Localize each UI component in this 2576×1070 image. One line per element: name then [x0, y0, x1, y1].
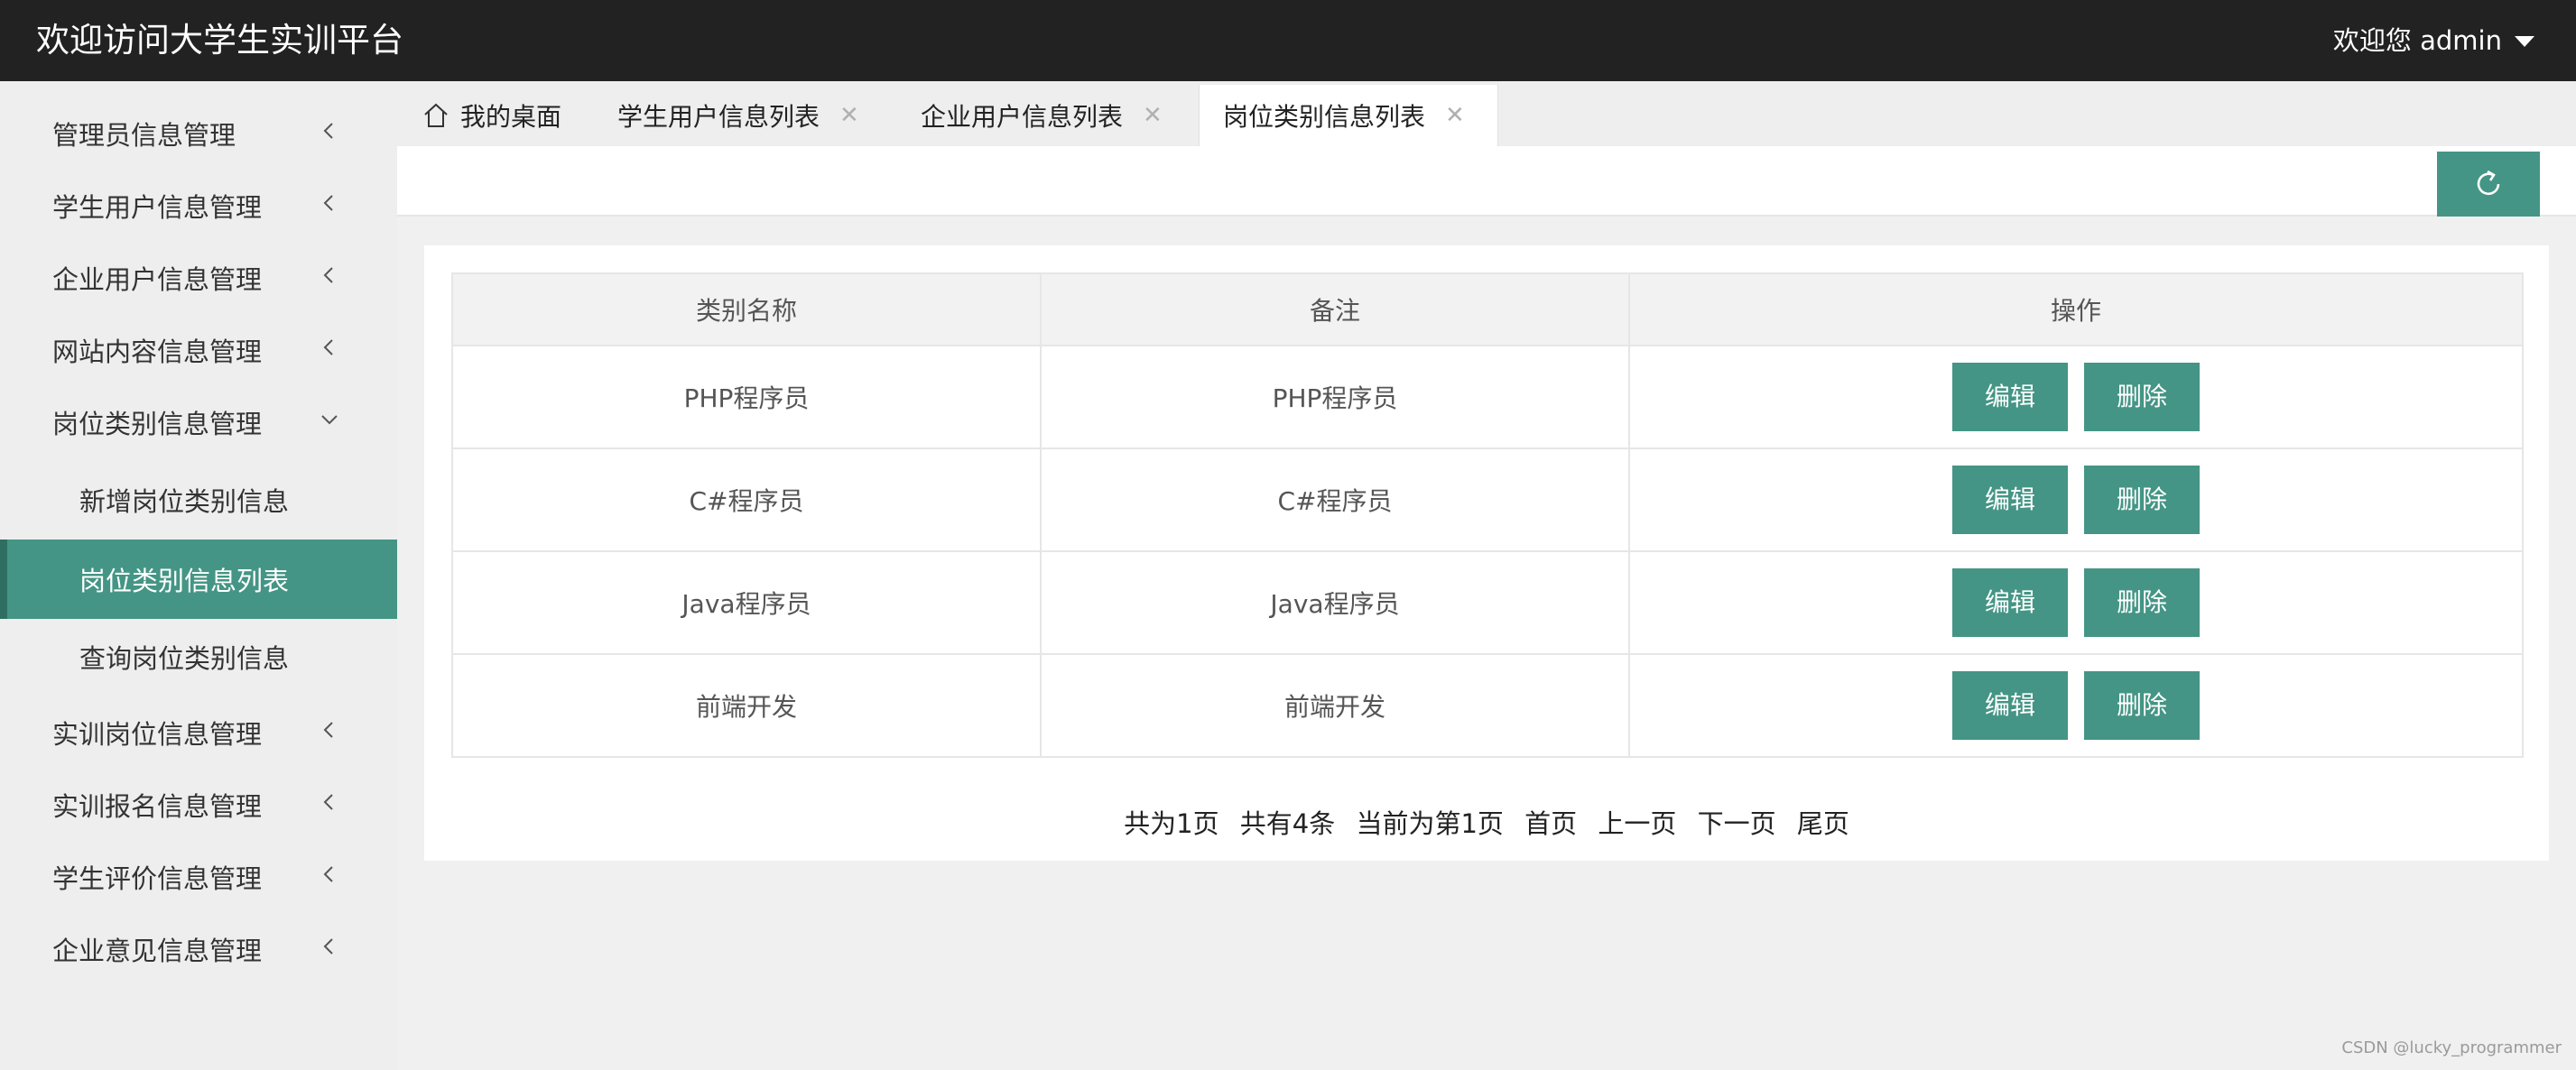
sidebar-item-enterprise-feedback[interactable]: 企业意见信息管理	[0, 913, 397, 985]
chevron-left-icon	[323, 123, 333, 139]
close-icon[interactable]: ✕	[839, 102, 859, 129]
refresh-button[interactable]	[2437, 152, 2540, 217]
tab-enterprise-user-list[interactable]: 企业用户信息列表 ✕	[921, 85, 1163, 146]
sidebar-item-enterprise-users[interactable]: 企业用户信息管理	[0, 242, 397, 314]
pagination: 共为1页 共有4条 当前为第1页 首页 上一页 下一页 尾页	[424, 803, 2549, 841]
table-row: Java程序员 Java程序员 编辑 删除	[451, 550, 2524, 655]
edit-button[interactable]: 编辑	[1952, 466, 2068, 534]
content-panel: 类别名称 备注 操作 PHP程序员 PHP程序员 编辑 删除 C#程序员 C#程序…	[424, 245, 2549, 861]
sidebar-item-student-evaluation[interactable]: 学生评价信息管理	[0, 841, 397, 913]
caret-down-icon	[2515, 36, 2534, 47]
sidebar-item-query-job-category[interactable]: 查询岗位类别信息	[0, 621, 397, 693]
cell-remark: 前端开发	[1040, 653, 1630, 758]
delete-button[interactable]: 删除	[2084, 671, 2200, 740]
cell-remark: C#程序员	[1040, 447, 1630, 552]
chevron-left-icon	[323, 866, 333, 882]
tab-student-user-list[interactable]: 学生用户信息列表 ✕	[617, 85, 859, 146]
home-icon	[424, 103, 448, 127]
edit-button[interactable]: 编辑	[1952, 671, 2068, 740]
pager-last-link[interactable]: 尾页	[1797, 808, 1849, 839]
chevron-left-icon	[323, 722, 333, 738]
table-row: 前端开发 前端开发 编辑 删除	[451, 653, 2524, 758]
sidebar-item-add-job-category[interactable]: 新增岗位类别信息	[0, 464, 397, 536]
pager-total-pages: 共为1页	[1124, 808, 1219, 839]
cell-actions: 编辑 删除	[1628, 550, 2524, 655]
top-header: 欢迎访问大学生实训平台 欢迎您 admin	[0, 0, 2576, 81]
user-menu[interactable]: 欢迎您 admin	[2333, 0, 2534, 81]
delete-button[interactable]: 删除	[2084, 568, 2200, 637]
chevron-left-icon	[323, 339, 333, 355]
cell-actions: 编辑 删除	[1628, 653, 2524, 758]
pager-prev-link[interactable]: 上一页	[1598, 808, 1676, 839]
sidebar-item-student-users[interactable]: 学生用户信息管理	[0, 170, 397, 242]
tab-bar: 我的桌面 学生用户信息列表 ✕ 企业用户信息列表 ✕ 岗位类别信息列表 ✕	[397, 81, 2576, 146]
cell-name: Java程序员	[451, 550, 1042, 655]
table-header-row: 类别名称 备注 操作	[451, 272, 2524, 346]
cell-remark: PHP程序员	[1040, 345, 1630, 449]
chevron-left-icon	[323, 195, 333, 211]
chevron-left-icon	[323, 267, 333, 283]
user-greeting: 欢迎您 admin	[2332, 25, 2502, 56]
close-icon[interactable]: ✕	[1445, 102, 1465, 129]
sidebar-item-training-jobs[interactable]: 实训岗位信息管理	[0, 696, 397, 769]
delete-button[interactable]: 删除	[2084, 466, 2200, 534]
site-title: 欢迎访问大学生实训平台	[36, 21, 403, 60]
cell-actions: 编辑 删除	[1628, 447, 2524, 552]
edit-button[interactable]: 编辑	[1952, 363, 2068, 431]
pager-next-link[interactable]: 下一页	[1698, 808, 1776, 839]
table-row: C#程序员 C#程序员 编辑 删除	[451, 447, 2524, 552]
toolbar	[397, 146, 2576, 217]
sidebar-item-training-registration[interactable]: 实训报名信息管理	[0, 769, 397, 841]
cell-name: C#程序员	[451, 447, 1042, 552]
edit-button[interactable]: 编辑	[1952, 568, 2068, 637]
close-icon[interactable]: ✕	[1143, 102, 1163, 129]
watermark: CSDN @lucky_programmer	[2341, 1038, 2562, 1057]
sidebar-item-job-category-list[interactable]: 岗位类别信息列表	[0, 540, 397, 619]
refresh-icon	[2477, 170, 2500, 196]
column-header-remark: 备注	[1040, 272, 1630, 346]
chevron-down-icon	[321, 415, 338, 425]
sidebar: 管理员信息管理 学生用户信息管理 企业用户信息管理 网站内容信息管理 岗位类别信…	[0, 81, 397, 1070]
cell-remark: Java程序员	[1040, 550, 1630, 655]
sidebar-item-website-content[interactable]: 网站内容信息管理	[0, 314, 397, 386]
chevron-left-icon	[323, 938, 333, 955]
job-category-table: 类别名称 备注 操作 PHP程序员 PHP程序员 编辑 删除 C#程序员 C#程序…	[451, 272, 2524, 758]
table-row: PHP程序员 PHP程序员 编辑 删除	[451, 345, 2524, 449]
cell-name: 前端开发	[451, 653, 1042, 758]
cell-name: PHP程序员	[451, 345, 1042, 449]
pager-first-link[interactable]: 首页	[1524, 808, 1577, 839]
cell-actions: 编辑 删除	[1628, 345, 2524, 449]
delete-button[interactable]: 删除	[2084, 363, 2200, 431]
pager-current-page: 当前为第1页	[1356, 808, 1504, 839]
chevron-left-icon	[323, 794, 333, 810]
tab-my-desktop[interactable]: 我的桌面	[422, 85, 561, 146]
sidebar-item-job-category[interactable]: 岗位类别信息管理	[0, 386, 397, 458]
column-header-name: 类别名称	[451, 272, 1042, 346]
pager-total-items: 共有4条	[1239, 808, 1336, 839]
column-header-actions: 操作	[1628, 272, 2524, 346]
sidebar-item-admin[interactable]: 管理员信息管理	[0, 97, 397, 170]
tab-job-category-list[interactable]: 岗位类别信息列表 ✕	[1199, 85, 1498, 146]
